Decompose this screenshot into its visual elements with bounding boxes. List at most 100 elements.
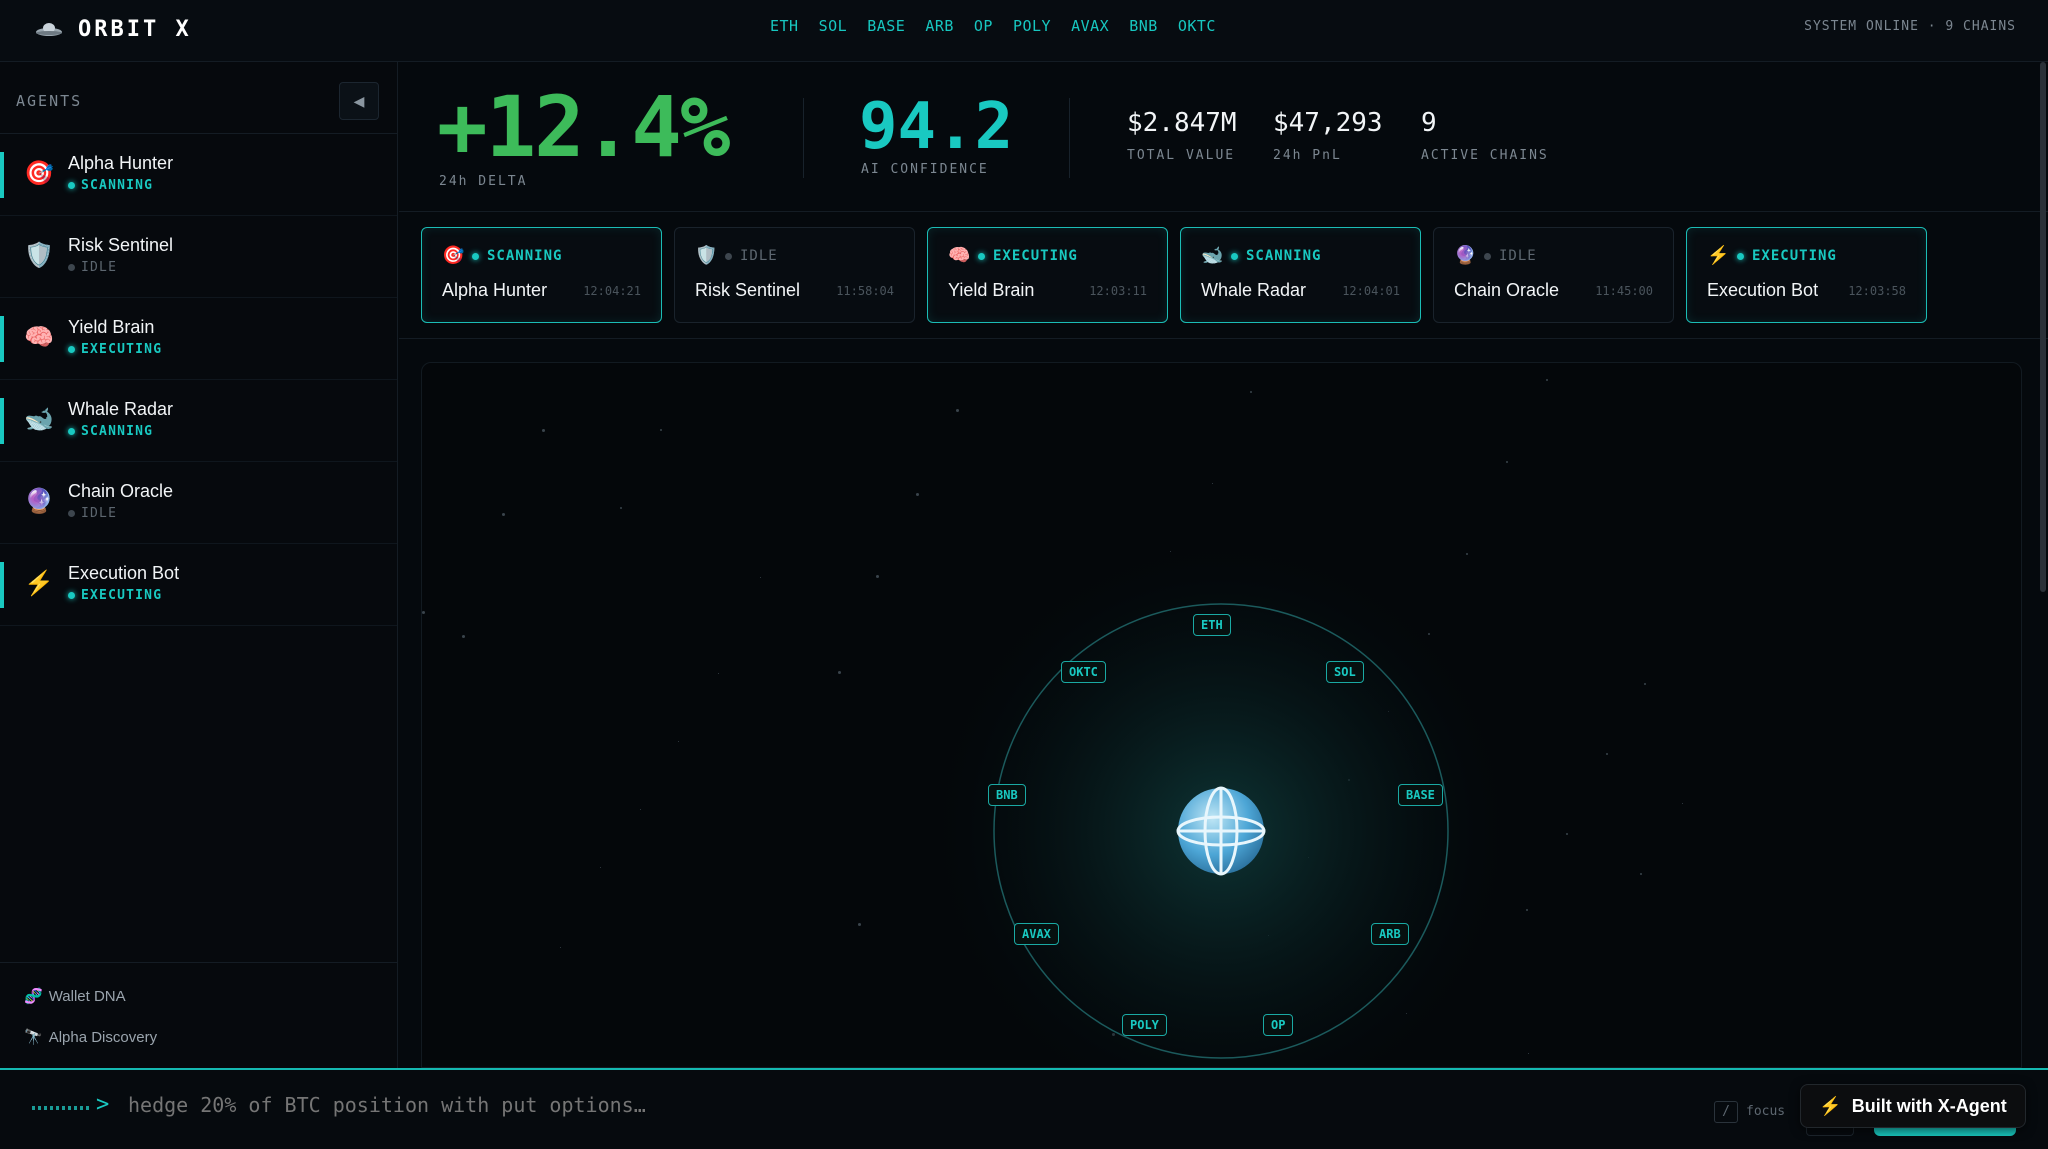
nav-chain-base[interactable]: BASE [867,17,905,35]
stats-divider [803,98,804,178]
status-dot [68,346,75,353]
telescope-icon: 🔭 [24,1029,43,1046]
dna-icon: 🧬 [24,988,43,1005]
globe-icon [1176,786,1266,876]
nav-chain-sol[interactable]: SOL [819,17,848,35]
status-dot [1737,252,1744,260]
delta-value: +12.4% [437,78,730,176]
confidence-value: 94.2 [859,90,1014,164]
agent-status: SCANNING [68,424,153,439]
status-dot [68,428,75,435]
brand[interactable]: ORBIT X [34,14,192,44]
page-scrollbar[interactable] [2040,62,2046,592]
pnl-label: 24h PnL [1273,148,1342,163]
agent-name: Yield Brain [68,317,155,337]
nav-chain-avax[interactable]: AVAX [1071,17,1109,35]
card-status: IDLE [725,248,778,264]
agent-card[interactable]: 🔮 IDLE Chain Oracle 11:45:00 [1433,227,1674,323]
card-status-label: EXECUTING [993,248,1078,264]
active-chains-label: ACTIVE CHAINS [1421,148,1549,163]
agent-item[interactable]: 🛡️ Risk Sentinel IDLE [0,216,397,298]
orbit-chain-sol[interactable]: SOL [1326,661,1364,683]
orbit-chain-bnb[interactable]: BNB [988,784,1026,806]
collapse-sidebar-button[interactable]: ◀ [339,82,379,120]
status-dot [725,252,732,260]
agent-card[interactable]: 🐋 SCANNING Whale Radar 12:04:01 [1180,227,1421,323]
agent-item[interactable]: 🐋 Whale Radar SCANNING [0,380,397,462]
alpha-discovery-label: Alpha Discovery [48,1028,158,1046]
orbit-chain-avax[interactable]: AVAX [1014,923,1059,945]
agent-status-label: EXECUTING [81,342,163,357]
total-value: $2.847M [1127,108,1237,138]
prompt-symbol: > [96,1092,110,1117]
orbit-chain-base[interactable]: BASE [1398,784,1443,806]
alpha-discovery-link[interactable]: 🔭 Alpha Discovery [24,1028,158,1047]
nav-chain-op[interactable]: OP [974,17,993,35]
card-status: IDLE [1484,248,1537,264]
card-status-label: SCANNING [1246,248,1322,264]
card-status: SCANNING [472,248,562,264]
agent-item[interactable]: ⚡ Execution Bot EXECUTING [0,544,397,626]
activity-indicator [32,1106,89,1110]
orbit-chain-arb[interactable]: ARB [1371,923,1409,945]
wallet-dna-label: Wallet DNA [48,987,126,1005]
card-status-label: SCANNING [487,248,563,264]
agent-card[interactable]: 🧠 EXECUTING Yield Brain 12:03:11 [927,227,1168,323]
orbit-chain-poly[interactable]: POLY [1122,1014,1167,1036]
card-status: SCANNING [1231,248,1321,264]
built-with-label: Built with X-Agent [1851,1095,2007,1116]
brain-icon: 🧠 [948,245,971,265]
orbit-chain-op[interactable]: OP [1263,1014,1294,1036]
brain-icon: 🧠 [24,324,54,351]
card-agent-name: Chain Oracle [1454,280,1560,300]
agent-item[interactable]: 🎯 Alpha Hunter SCANNING [0,134,397,216]
stats-header: +12.4% 24h DELTA 94.2 AI CONFIDENCE $2.8… [399,62,2048,212]
status-dot [472,252,479,260]
status-dot [68,182,75,189]
nav-chain-eth[interactable]: ETH [770,17,799,35]
target-icon: 🎯 [442,245,465,265]
lightning-icon: ⚡ [1819,1095,1842,1116]
whale-icon: 🐋 [1201,245,1224,265]
agent-item[interactable]: 🧠 Yield Brain EXECUTING [0,298,397,380]
wallet-dna-link[interactable]: 🧬 Wallet DNA [24,987,126,1006]
agent-card[interactable]: ⚡ EXECUTING Execution Bot 12:03:58 [1686,227,1927,323]
built-with-badge[interactable]: ⚡ Built with X-Agent [1800,1084,2026,1128]
sidebar-header: AGENTS ◀ [0,62,397,134]
status-dot [1484,252,1491,260]
agent-item[interactable]: 🔮 Chain Oracle IDLE [0,462,397,544]
agent-status: EXECUTING [68,342,162,357]
agent-status-label: SCANNING [81,424,154,439]
card-agent-name: Alpha Hunter [442,280,548,300]
agents-sidebar: AGENTS ◀ 🎯 Alpha Hunter SCANNING 🛡️ Risk Sen… [0,62,398,1068]
agent-cards-strip: 🎯 SCANNING Alpha Hunter 12:04:21 🛡️ IDLE Risk … [399,212,2048,339]
status-dot [68,264,75,271]
nav-chain-oktc[interactable]: OKTC [1178,17,1216,35]
nav-chain-arb[interactable]: ARB [925,17,954,35]
target-icon: 🎯 [24,160,54,187]
crystal-ball-icon: 🔮 [24,488,54,515]
card-timestamp: 12:04:01 [1342,284,1400,298]
nav-chain-bnb[interactable]: BNB [1129,17,1158,35]
status-dot [978,252,985,260]
command-bar: > / focus ⚡ Built with X-Agent [0,1068,2048,1149]
card-timestamp: 12:03:58 [1848,284,1906,298]
shield-icon: 🛡️ [24,242,54,269]
agent-card[interactable]: 🛡️ IDLE Risk Sentinel 11:58:04 [674,227,915,323]
agent-name: Whale Radar [68,399,174,419]
orbit-chain-oktc[interactable]: OKTC [1061,661,1106,683]
sidebar-footer: 🧬 Wallet DNA 🔭 Alpha Discovery [0,962,397,1068]
lightning-icon: ⚡ [24,570,54,597]
card-agent-name: Risk Sentinel [695,280,801,300]
command-input[interactable] [128,1093,1128,1117]
orbit-chain-eth[interactable]: ETH [1193,614,1231,636]
nav-chain-poly[interactable]: POLY [1013,17,1051,35]
focus-shortcut-key: / [1714,1101,1738,1123]
shield-icon: 🛡️ [695,245,718,265]
agent-status: SCANNING [68,178,153,193]
agent-status-label: EXECUTING [81,588,163,603]
agent-status-label: IDLE [81,506,118,521]
agent-card[interactable]: 🎯 SCANNING Alpha Hunter 12:04:21 [421,227,662,323]
agent-list: 🎯 Alpha Hunter SCANNING 🛡️ Risk Sentinel IDLE… [0,134,397,626]
card-status: EXECUTING [1737,248,1837,264]
